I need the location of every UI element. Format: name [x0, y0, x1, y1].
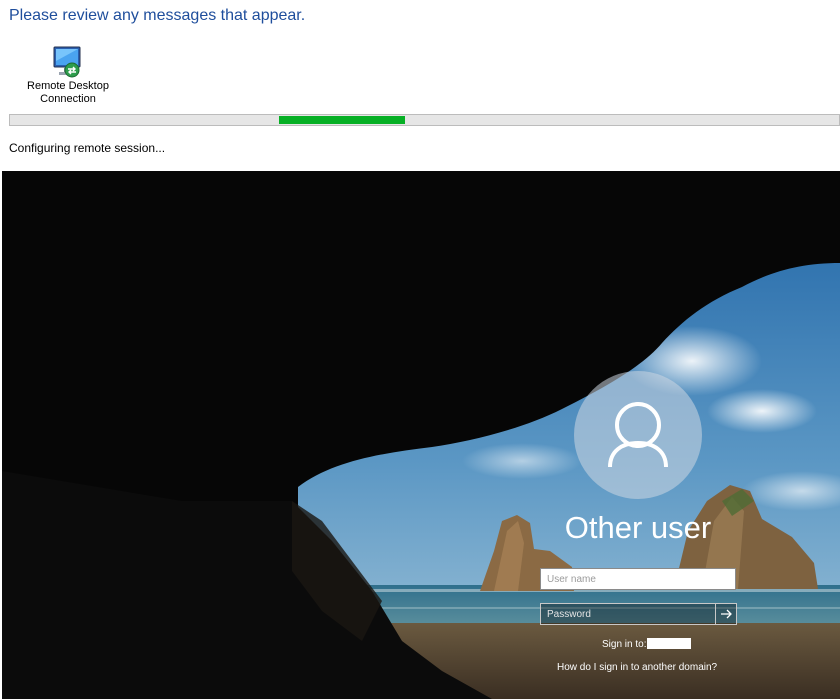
dialog-message: Please review any messages that appear. — [9, 7, 306, 24]
user-icon — [608, 402, 668, 468]
remote-desktop-label-line1: Remote Desktop — [27, 80, 109, 92]
progress-bar-fill — [279, 116, 405, 124]
remote-desktop-shortcut[interactable]: Remote Desktop Connection — [24, 44, 112, 106]
progress-bar — [9, 114, 840, 126]
other-domain-link[interactable]: How do I sign in to another domain? — [557, 662, 717, 673]
remote-session-screen: Other user Sign in to: How do I sign in … — [2, 171, 840, 699]
user-avatar — [574, 371, 702, 499]
arrow-right-icon — [721, 609, 732, 619]
password-input[interactable] — [540, 603, 716, 625]
remote-desktop-icon — [53, 46, 81, 78]
rdc-dialog: Please review any messages that appear. … — [0, 0, 840, 171]
login-user-title: Other user — [564, 510, 712, 545]
username-input[interactable] — [540, 568, 736, 590]
status-text: Configuring remote session... — [9, 141, 166, 155]
redacted-domain — [647, 638, 692, 649]
remote-desktop-label-line2: Connection — [40, 93, 96, 105]
sign-in-to-text: Sign in to: — [602, 638, 692, 650]
submit-button[interactable] — [715, 603, 737, 625]
sign-in-to-label: Sign in to: — [602, 639, 647, 650]
